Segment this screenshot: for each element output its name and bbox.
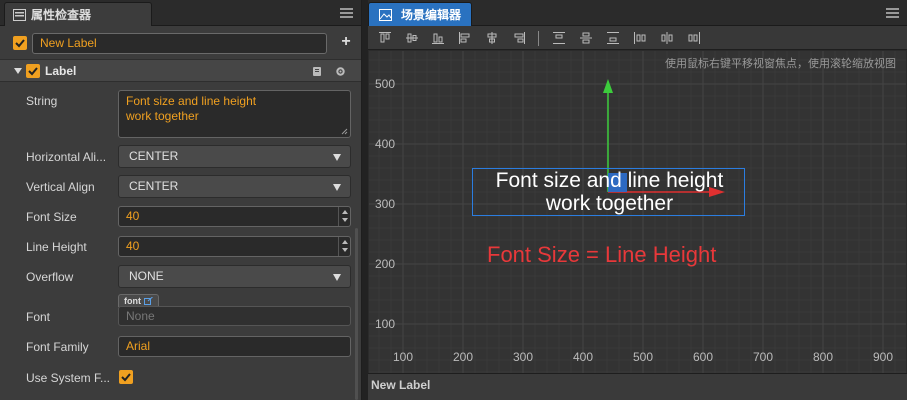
check-icon xyxy=(121,373,131,382)
distribute-vcenter-icon[interactable] xyxy=(579,31,593,45)
stepper-down-icon[interactable] xyxy=(342,218,348,222)
annotation-text: Font Size = Line Height xyxy=(487,242,717,267)
add-component-button[interactable]: + xyxy=(339,34,353,50)
status-bar: New Label xyxy=(368,373,907,400)
component-title: Label xyxy=(45,64,77,78)
align-bottom-icon[interactable] xyxy=(431,31,445,45)
distribute-right-icon[interactable] xyxy=(687,31,701,45)
overflow-value: NONE xyxy=(129,269,164,283)
distribute-hcenter-icon[interactable] xyxy=(660,31,674,45)
stepper-up-icon[interactable] xyxy=(342,240,348,244)
overflow-label: Overflow xyxy=(26,270,74,284)
font-size-input[interactable]: 40 xyxy=(118,206,351,227)
horizontal-align-value: CENTER xyxy=(129,149,179,163)
inspector-tab[interactable]: 属性检查器 xyxy=(4,2,152,26)
line-height-value: 40 xyxy=(126,239,140,253)
label-line-1: Font size and line height xyxy=(495,169,724,192)
resize-grip-icon[interactable] xyxy=(341,128,348,135)
font-family-value: Arial xyxy=(126,339,151,353)
align-toolbar xyxy=(368,26,907,50)
align-left-icon[interactable] xyxy=(458,31,472,45)
font-placeholder: None xyxy=(126,309,155,323)
horizontal-align-select[interactable]: CENTER xyxy=(118,145,351,168)
distribute-bottom-icon[interactable] xyxy=(606,31,620,45)
scene-image-icon xyxy=(379,9,392,21)
scene-editor-panel: 场景编辑器 使用鼠标右键平移视窗焦点，使用滚轮缩放视图 500 400 300 200… xyxy=(368,0,907,400)
check-icon xyxy=(28,67,38,76)
inspector-tabbar: 属性检查器 xyxy=(0,0,361,26)
vertical-align-value: CENTER xyxy=(129,179,179,193)
collapse-arrow-icon[interactable] xyxy=(14,68,22,74)
gear-icon[interactable] xyxy=(335,66,346,77)
font-size-value: 40 xyxy=(126,209,140,223)
component-enabled-checkbox[interactable] xyxy=(26,64,40,78)
vertical-align-select[interactable]: CENTER xyxy=(118,175,351,198)
dropdown-arrow-icon xyxy=(333,274,341,281)
line-height-input[interactable]: 40 xyxy=(118,236,351,257)
gizmo-y-arrow-icon[interactable] xyxy=(603,79,613,93)
font-family-label: Font Family xyxy=(26,340,89,354)
line-height-stepper[interactable] xyxy=(338,237,350,256)
stepper-up-icon[interactable] xyxy=(342,210,348,214)
string-line-2: work together xyxy=(126,109,199,123)
use-system-font-label: Use System F... xyxy=(26,371,111,385)
label-node-bounds[interactable]: Font size and line height work together xyxy=(472,168,745,216)
scene-title: 场景编辑器 xyxy=(401,8,462,22)
node-name-input[interactable]: New Label xyxy=(32,33,327,54)
selected-node-name: New Label xyxy=(371,378,431,392)
dropdown-arrow-icon xyxy=(333,154,341,161)
scene-tab[interactable]: 场景编辑器 xyxy=(368,2,472,26)
font-tag-text: font xyxy=(124,296,141,306)
font-label: Font xyxy=(26,310,51,324)
use-system-font-checkbox[interactable] xyxy=(119,370,133,384)
check-icon xyxy=(15,39,25,48)
string-line-1: Font size and line height xyxy=(126,94,257,108)
font-size-stepper[interactable] xyxy=(338,207,350,226)
string-label: String xyxy=(26,94,58,108)
edit-link-icon[interactable] xyxy=(143,296,153,305)
vertical-align-label: Vertical Align xyxy=(26,180,95,194)
stepper-down-icon[interactable] xyxy=(342,248,348,252)
overflow-select[interactable]: NONE xyxy=(118,265,351,288)
inspector-scrollbar[interactable] xyxy=(355,228,358,400)
help-doc-icon[interactable] xyxy=(312,66,323,77)
horizontal-align-label: Horizontal Ali... xyxy=(26,150,107,164)
scene-tabbar: 场景编辑器 xyxy=(368,0,907,26)
label-node-text: Font size and line height work together xyxy=(473,169,746,215)
label-line-2: work together xyxy=(545,192,674,215)
inspector-icon xyxy=(13,9,26,21)
distribute-top-icon[interactable] xyxy=(552,31,566,45)
node-active-checkbox[interactable] xyxy=(13,36,27,50)
scene-viewport[interactable]: 使用鼠标右键平移视窗焦点，使用滚轮缩放视图 500 400 300 200 100 10… xyxy=(369,51,906,373)
align-hcenter-icon[interactable] xyxy=(485,31,499,45)
align-vcenter-icon[interactable] xyxy=(405,31,419,45)
distribute-left-icon[interactable] xyxy=(633,31,647,45)
font-size-label: Font Size xyxy=(26,210,77,224)
dropdown-arrow-icon xyxy=(333,184,341,191)
inspector-panel: 属性检查器 New Label + Label String Font size… xyxy=(0,0,362,400)
scene-menu-icon[interactable] xyxy=(886,8,899,18)
line-height-label: Line Height xyxy=(26,240,87,254)
inspector-title: 属性检查器 xyxy=(31,8,92,22)
toolbar-separator xyxy=(538,31,539,46)
font-asset-field[interactable]: None xyxy=(118,306,351,326)
align-right-icon[interactable] xyxy=(512,31,526,45)
string-textarea[interactable]: Font size and line height work together xyxy=(118,90,351,138)
align-top-icon[interactable] xyxy=(378,31,392,45)
label-component-header[interactable]: Label xyxy=(0,59,361,82)
font-family-input[interactable]: Arial xyxy=(118,336,351,357)
inspector-menu-icon[interactable] xyxy=(340,8,353,18)
